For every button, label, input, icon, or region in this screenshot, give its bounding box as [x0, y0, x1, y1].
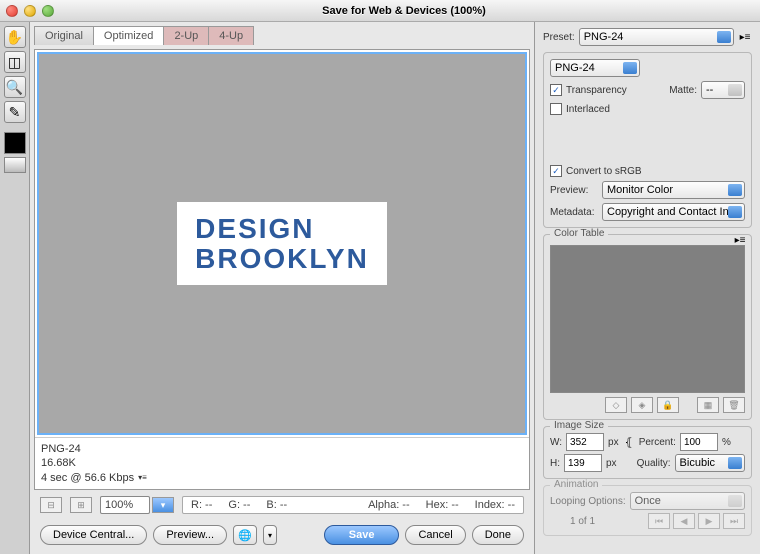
interlaced-checkbox[interactable]: Interlaced — [550, 103, 610, 115]
window-title: Save for Web & Devices (100%) — [54, 5, 754, 17]
preview-canvas[interactable]: DESIGN BROOKLYN — [37, 52, 527, 435]
ct-lock-icon[interactable]: 🔒 — [657, 397, 679, 413]
w-label: W: — [550, 437, 562, 448]
first-frame-icon: ⏮ — [648, 513, 670, 529]
zoom-out-button[interactable]: ⊟ — [40, 497, 62, 513]
info-size: 16.68K — [41, 456, 523, 470]
readout-alpha: Alpha: -- — [368, 499, 410, 511]
preset-menu-icon[interactable]: ▸≡ — [738, 30, 752, 44]
readout-r: R: -- — [191, 499, 212, 511]
slice-tool-icon[interactable]: ◫ — [4, 51, 26, 73]
browser-menu-icon[interactable]: ▾ — [263, 525, 277, 545]
tab-2up[interactable]: 2-Up — [163, 26, 209, 45]
readout-hex: Hex: -- — [426, 499, 459, 511]
format-popup[interactable]: PNG-24 — [550, 59, 640, 77]
tool-column: ✋ ◫ 🔍 ✎ — [0, 22, 30, 554]
zoom-in-button[interactable]: ⊞ — [70, 497, 92, 513]
toggle-slices-icon[interactable] — [4, 157, 26, 173]
last-frame-icon: ⏭ — [723, 513, 745, 529]
color-readout: R: -- G: -- B: -- Alpha: -- Hex: -- Inde… — [182, 496, 524, 514]
matte-popup[interactable]: -- — [701, 81, 745, 99]
percent-label: Percent: — [639, 437, 676, 448]
readout-g: G: -- — [228, 499, 250, 511]
ct-new-icon[interactable]: ▦ — [697, 397, 719, 413]
animation-title: Animation — [550, 479, 602, 490]
quality-popup[interactable]: Bicubic — [675, 454, 745, 472]
tab-original[interactable]: Original — [34, 26, 94, 45]
zoom-tool-icon[interactable]: 🔍 — [4, 76, 26, 98]
logo-line1: DESIGN — [195, 214, 369, 243]
preset-label: Preset: — [543, 32, 575, 43]
browser-preview-icon[interactable]: 🌐 — [233, 525, 257, 545]
percent-field[interactable] — [680, 433, 718, 451]
metadata-popup[interactable]: Copyright and Contact Info — [602, 203, 745, 221]
preset-popup[interactable]: PNG-24 — [579, 28, 734, 46]
color-table-menu-icon[interactable]: ▸≡ — [733, 233, 747, 247]
info-menu-icon[interactable]: ▾≡ — [138, 473, 147, 483]
transparency-checkbox[interactable]: ✓ Transparency — [550, 84, 627, 96]
readout-b: B: -- — [266, 499, 287, 511]
settings-panel: Preset: PNG-24 ▸≡ PNG-24 ✓ Transparency … — [534, 22, 760, 554]
cancel-button[interactable]: Cancel — [405, 525, 465, 545]
color-table[interactable] — [550, 245, 745, 393]
close-icon[interactable] — [6, 5, 18, 17]
device-central-button[interactable]: Device Central... — [40, 525, 147, 545]
view-tabs: Original Optimized 2-Up 4-Up — [34, 26, 530, 45]
frame-indicator: 1 of 1 — [550, 516, 595, 527]
next-frame-icon: ▶ — [698, 513, 720, 529]
optimize-info: PNG-24 16.68K 4 sec @ 56.6 Kbps ▾≡ — [35, 437, 529, 489]
preview-button[interactable]: Preview... — [153, 525, 227, 545]
loop-label: Looping Options: — [550, 496, 626, 507]
bottom-buttons: Device Central... Preview... 🌐 ▾ Save Ca… — [34, 520, 530, 550]
save-button[interactable]: Save — [324, 525, 400, 545]
preview-image: DESIGN BROOKLYN — [177, 202, 387, 285]
zoom-field[interactable]: 100% — [100, 496, 150, 514]
link-icon[interactable]: ⦃ — [625, 436, 633, 449]
readout-index: Index: -- — [475, 499, 515, 511]
window-controls — [6, 5, 54, 17]
image-size-title: Image Size — [550, 420, 608, 431]
color-table-title: Color Table — [550, 228, 608, 239]
ct-btn-1[interactable]: ◇ — [605, 397, 627, 413]
info-format: PNG-24 — [41, 442, 523, 456]
quality-label: Quality: — [637, 458, 671, 469]
eyedropper-tool-icon[interactable]: ✎ — [4, 101, 26, 123]
ct-trash-icon[interactable]: 🗑 — [723, 397, 745, 413]
loop-popup: Once — [630, 492, 745, 510]
hand-tool-icon[interactable]: ✋ — [4, 26, 26, 48]
zoom-stepper-icon[interactable]: ▾ — [152, 497, 174, 513]
titlebar: Save for Web & Devices (100%) — [0, 0, 760, 22]
tab-optimized[interactable]: Optimized — [93, 26, 165, 45]
height-field[interactable] — [564, 454, 602, 472]
status-row: ⊟ ⊞ 100% ▾ R: -- G: -- B: -- Alpha: -- H… — [34, 494, 530, 516]
metadata-label: Metadata: — [550, 207, 598, 218]
preview-label: Preview: — [550, 185, 598, 196]
info-time: 4 sec @ 56.6 Kbps — [41, 471, 134, 485]
h-label: H: — [550, 458, 560, 469]
tab-4up[interactable]: 4-Up — [208, 26, 254, 45]
prev-frame-icon: ◀ — [673, 513, 695, 529]
matte-label: Matte: — [669, 85, 697, 96]
ct-btn-2[interactable]: ◈ — [631, 397, 653, 413]
foreground-swatch[interactable] — [4, 132, 26, 154]
srgb-checkbox[interactable]: ✓ Convert to sRGB — [550, 165, 642, 177]
width-field[interactable] — [566, 433, 604, 451]
canvas-wrap: DESIGN BROOKLYN PNG-24 16.68K 4 sec @ 56… — [34, 49, 530, 490]
done-button[interactable]: Done — [472, 525, 524, 545]
preview-popup[interactable]: Monitor Color — [602, 181, 745, 199]
minimize-icon[interactable] — [24, 5, 36, 17]
zoom-icon[interactable] — [42, 5, 54, 17]
logo-line2: BROOKLYN — [195, 244, 369, 273]
